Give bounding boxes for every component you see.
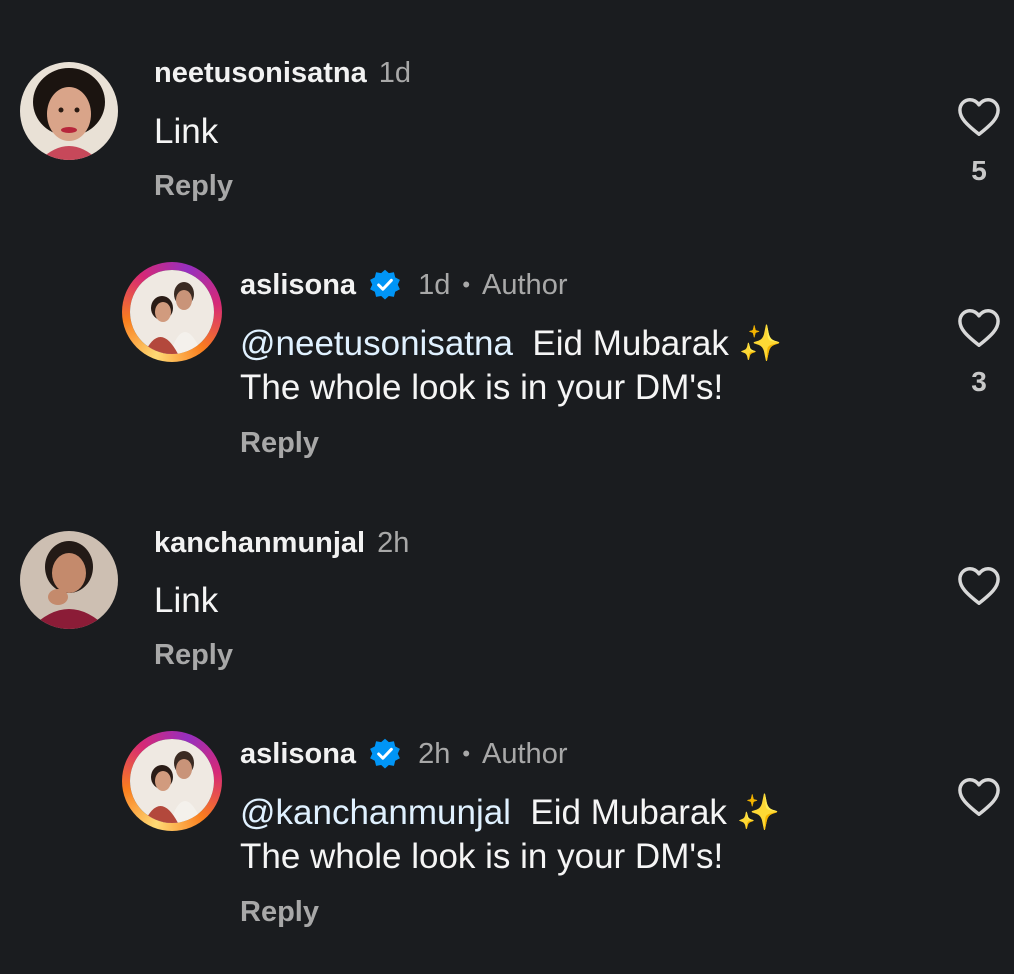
reply-button[interactable]: Reply [240, 427, 319, 460]
avatar-kanchanmunjal[interactable] [20, 531, 118, 629]
timestamp: 1d [418, 268, 451, 301]
like-button[interactable] [956, 97, 1002, 137]
mention-text: @kanchanmunjal [240, 793, 511, 832]
mention-link[interactable]: @neetusonisatna [240, 324, 513, 363]
timestamp: 1d [378, 56, 411, 89]
username[interactable]: aslisona [240, 738, 356, 771]
like-button[interactable] [956, 777, 1002, 817]
like-button[interactable] [956, 566, 1002, 606]
comment-meta: aslisona 1d • Author [240, 265, 567, 305]
author-label: Author [482, 737, 568, 770]
username[interactable]: neetusonisatna [154, 57, 367, 90]
author-label: Author [482, 268, 568, 301]
avatar-image [130, 739, 214, 823]
reply-button[interactable]: Reply [154, 639, 233, 672]
mention-text: @neetusonisatna [240, 324, 513, 363]
verified-badge-icon [370, 738, 400, 769]
verified-badge-icon [370, 269, 400, 300]
username[interactable]: kanchanmunjal [154, 527, 365, 560]
heart-outline-icon [958, 98, 1000, 136]
like-button[interactable] [956, 308, 1002, 348]
reply-button[interactable]: Reply [154, 170, 233, 203]
comment-meta: neetusonisatna 1d [154, 53, 411, 93]
avatar-neetusonisatna[interactable] [20, 62, 118, 160]
comment-text-line2: The whole look is in your DM's! [240, 368, 724, 407]
avatar-image [130, 270, 214, 354]
heart-outline-icon [958, 309, 1000, 347]
mention-link[interactable]: @kanchanmunjal [240, 793, 511, 832]
comment-text: Link [154, 112, 219, 151]
comment-text: Link [154, 581, 219, 620]
avatar-image [20, 531, 118, 629]
separator-dot: • [462, 741, 471, 766]
avatar-aslisona[interactable] [122, 731, 222, 831]
timestamp: 2h [377, 526, 410, 559]
heart-outline-icon [958, 567, 1000, 605]
avatar-aslisona[interactable] [122, 262, 222, 362]
avatar-inner [130, 270, 214, 354]
sparkles-emoji: ✨ [736, 793, 781, 832]
comment-meta: aslisona 2h • Author [240, 734, 567, 774]
comment-meta: kanchanmunjal 2h [154, 523, 409, 563]
comment-text-line1: Eid Mubarak [530, 793, 727, 832]
avatar-inner [130, 739, 214, 823]
comment-text: @neetusonisatna Eid Mubarak ✨ The whole … [240, 322, 782, 410]
avatar-image [20, 62, 118, 160]
sparkles-emoji: ✨ [738, 324, 783, 363]
like-count: 3 [971, 366, 987, 397]
comment-text-line2: The whole look is in your DM's! [240, 837, 724, 876]
like-count: 5 [971, 155, 987, 186]
heart-outline-icon [958, 778, 1000, 816]
reply-button[interactable]: Reply [240, 896, 319, 929]
comment-text-line1: Eid Mubarak [532, 324, 729, 363]
comment-text: @kanchanmunjal Eid Mubarak ✨ The whole l… [240, 791, 780, 879]
separator-dot: • [462, 272, 471, 297]
username[interactable]: aslisona [240, 269, 356, 302]
timestamp: 2h [418, 737, 451, 770]
